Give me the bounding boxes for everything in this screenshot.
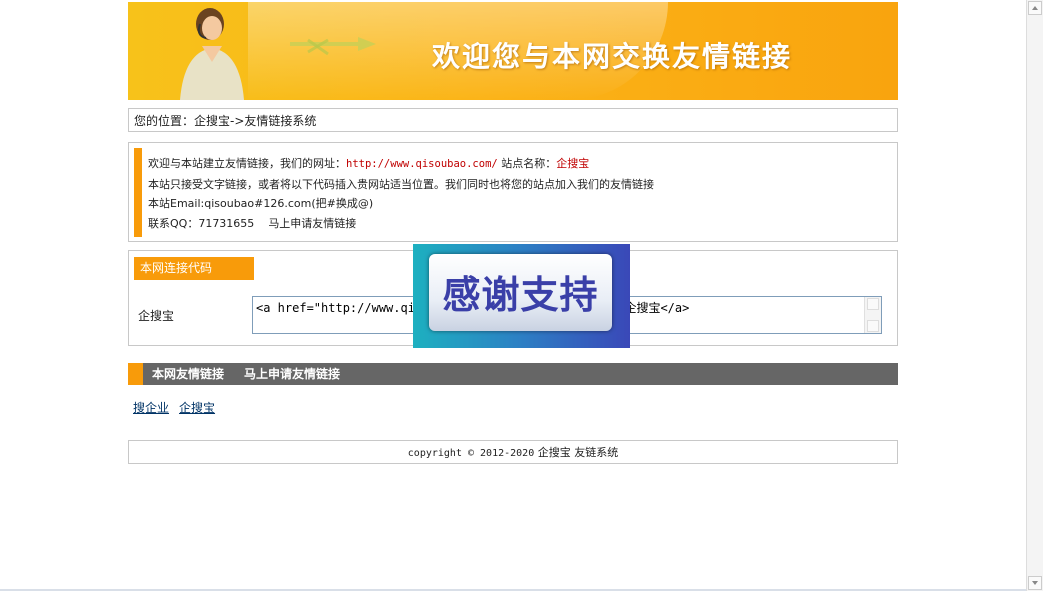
breadcrumb: 您的位置：企搜宝->友情链接系统 xyxy=(128,108,898,132)
breadcrumb-path: 企搜宝->友情链接系统 xyxy=(194,114,317,128)
textarea-scrollbar[interactable] xyxy=(864,297,881,333)
chevron-up-icon[interactable] xyxy=(867,298,879,310)
site-name: 企搜宝 xyxy=(556,157,590,170)
exchange-arrows-icon xyxy=(290,37,376,56)
content-wrapper: 欢迎您与本网交换友情链接 您的位置：企搜宝->友情链接系统 欢迎与本站建立友情链… xyxy=(128,2,898,464)
link-code-row-label: 企搜宝 xyxy=(138,309,175,323)
thanks-popup-button[interactable]: 感谢支持 xyxy=(429,254,612,331)
site-url-link[interactable]: http://www.qisoubao.com/ xyxy=(346,158,498,170)
header-banner: 欢迎您与本网交换友情链接 xyxy=(128,2,898,100)
friend-links-title: 本网友情链接 xyxy=(152,367,225,381)
friend-links-list: 搜企业 企搜宝 xyxy=(133,399,225,416)
banner-title: 欢迎您与本网交换友情链接 xyxy=(432,40,793,73)
friend-link-2[interactable]: 企搜宝 xyxy=(179,401,215,415)
apply-link-intro[interactable]: 马上申请友情链接 xyxy=(268,217,356,230)
scroll-down-icon[interactable] xyxy=(1028,576,1042,590)
apply-link-bar[interactable]: 马上申请友情链接 xyxy=(244,363,340,385)
page: 欢迎您与本网交换友情链接 您的位置：企搜宝->友情链接系统 欢迎与本站建立友情链… xyxy=(0,0,1026,591)
friend-link-1[interactable]: 搜企业 xyxy=(133,401,169,415)
scroll-up-icon[interactable] xyxy=(1028,1,1042,15)
footer-copyright: copyright © 2012-2020 xyxy=(407,448,535,459)
breadcrumb-label: 您的位置： xyxy=(134,114,195,128)
thanks-popup[interactable]: 感谢支持 xyxy=(413,244,630,348)
accent-bar xyxy=(134,148,142,237)
thanks-popup-text: 感谢支持 xyxy=(442,273,599,317)
intro-line-1: 欢迎与本站建立友情链接，我们的网址：http://www.qisoubao.co… xyxy=(148,157,590,170)
link-code-tab: 本网连接代码 xyxy=(134,257,254,280)
contact-qq: 联系QQ：71731655 xyxy=(148,216,255,230)
chevron-down-icon[interactable] xyxy=(867,320,879,332)
footer: copyright © 2012-2020 企搜宝 友链系统 xyxy=(128,440,898,464)
intro-panel: 欢迎与本站建立友情链接，我们的网址：http://www.qisoubao.co… xyxy=(128,142,898,242)
page-scrollbar[interactable] xyxy=(1026,0,1043,591)
footer-site: 企搜宝 友链系统 xyxy=(537,446,619,459)
intro-line-4: 联系QQ：71731655 马上申请友情链接 xyxy=(148,214,654,234)
accent-block xyxy=(128,363,143,385)
intro-line-2: 本站只接受文字链接，或者将以下代码插入贵网站适当位置。我们同时也将您的站点加入我… xyxy=(148,177,654,191)
operator-illustration xyxy=(180,8,244,100)
intro-email: 本站Email:qisoubao#126.com(把#换成@) xyxy=(148,197,374,210)
friend-links-bar: 本网友情链接 马上申请友情链接 xyxy=(128,363,898,385)
